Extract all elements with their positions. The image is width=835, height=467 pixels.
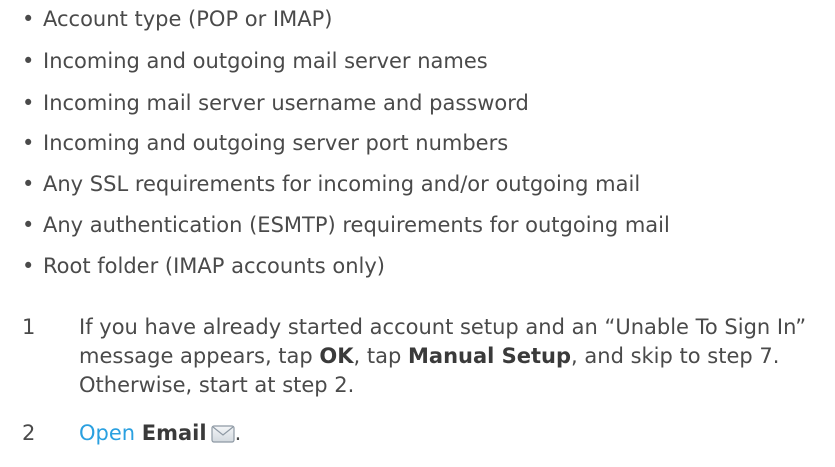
step-text: Open Email.	[79, 419, 829, 451]
bullet-dot: •	[22, 254, 35, 278]
ok-label: OK	[319, 344, 354, 368]
bullet-dot: •	[22, 49, 35, 73]
bullet-dot: •	[22, 7, 35, 31]
bullet-dot: •	[22, 213, 35, 237]
bullet-dot: •	[22, 131, 35, 155]
email-label: Email	[141, 421, 207, 445]
envelope-icon	[210, 422, 235, 451]
open-link[interactable]: Open	[79, 421, 135, 445]
bullet-dot: •	[22, 91, 35, 115]
step-number: 2	[22, 421, 36, 445]
step-number: 1	[22, 315, 36, 339]
bullet-dot: •	[22, 172, 35, 196]
step-text: If you have already started account setu…	[79, 315, 807, 397]
manual-setup-label: Manual Setup	[408, 344, 572, 368]
